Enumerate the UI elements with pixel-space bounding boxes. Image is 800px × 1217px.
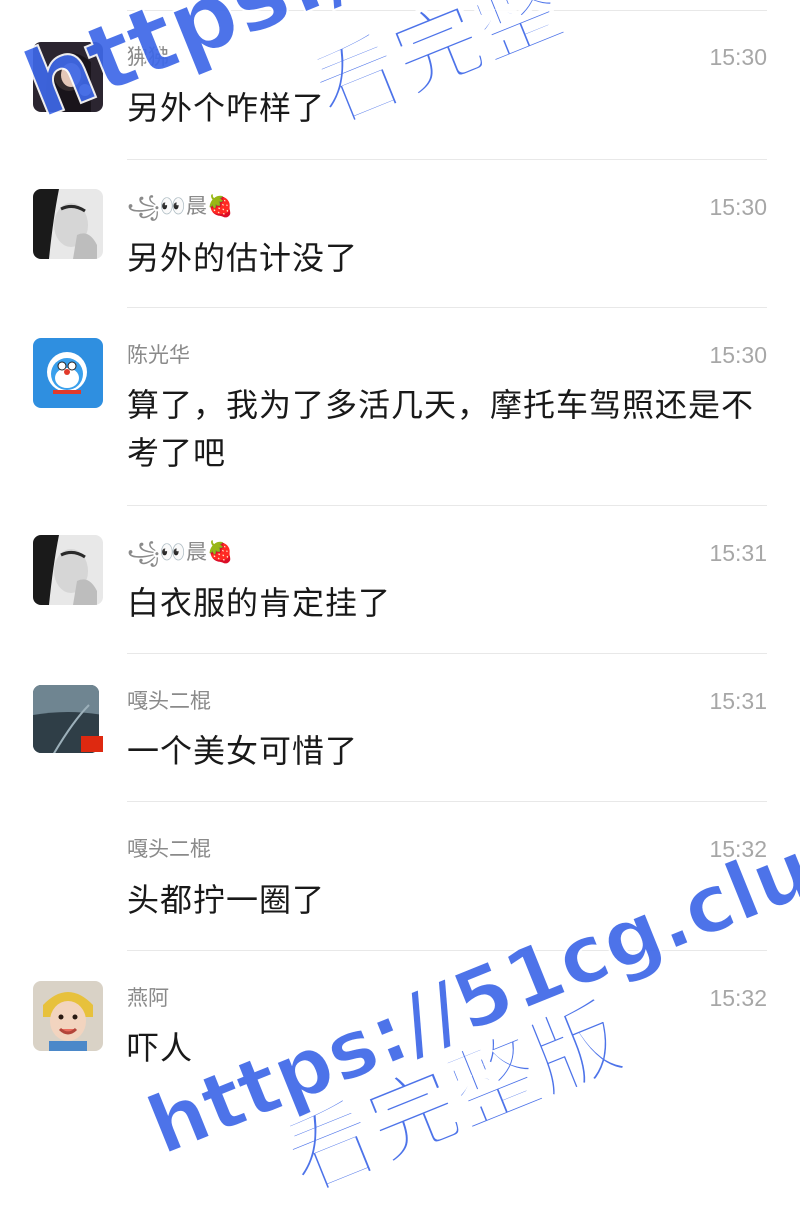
message-time: 15:31 (709, 688, 767, 714)
sender-name: ꧁👀晨🍓 (127, 540, 234, 564)
message-time: 15:30 (709, 44, 767, 70)
message-time: 15:30 (709, 342, 767, 368)
message-time: 15:30 (709, 194, 767, 220)
message-time: 15:32 (709, 836, 767, 862)
avatar-dark-girl-icon (33, 42, 103, 112)
divider (127, 505, 767, 506)
sender-name: 嘎头二棍 (127, 689, 211, 713)
sender-name: 陈光华 (127, 343, 190, 367)
china-flag-icon (81, 736, 103, 752)
sender-name: 狒狒 (127, 45, 169, 69)
divider (127, 950, 767, 951)
avatar[interactable] (33, 338, 103, 408)
avatar[interactable] (33, 981, 103, 1051)
avatar-doraemon-icon (33, 338, 103, 408)
chat-message-list[interactable]: 狒狒 15:30 另外个咋样了 ꧁👀晨🍓 15:30 另外的估计没了 陈光华 1… (0, 0, 800, 1111)
sender-name: ꧁👀晨🍓 (127, 191, 233, 221)
sender-name-text: ꧁👀晨🍓 (127, 194, 234, 218)
message-time: 15:32 (709, 985, 767, 1011)
message-text: 算了，我为了多活几天，摩托车驾照还是不考了吧 (127, 386, 755, 472)
avatar-child-icon (33, 981, 103, 1051)
message-text: 头都拧一圈了 (127, 881, 326, 919)
sender-name: 嘎头二棍 (127, 837, 211, 861)
sender-name: 燕阿 (127, 986, 169, 1010)
divider (127, 159, 767, 160)
avatar[interactable] (33, 535, 103, 605)
avatar-bw-hand-icon (33, 189, 103, 259)
avatar[interactable] (33, 42, 103, 112)
avatar[interactable] (33, 189, 103, 259)
message-text: 另外的估计没了 (127, 239, 359, 277)
message-text: 另外个咋样了 (127, 89, 326, 127)
message-text: 白衣服的肯定挂了 (127, 584, 392, 622)
divider (127, 801, 767, 802)
divider (127, 10, 767, 11)
message-text: 一个美女可惜了 (127, 732, 359, 770)
avatar-bw-hand-icon (33, 535, 103, 605)
message-text: 吓人 (127, 1029, 194, 1067)
divider (127, 307, 767, 308)
divider (127, 653, 767, 654)
message-time: 15:31 (709, 540, 767, 566)
